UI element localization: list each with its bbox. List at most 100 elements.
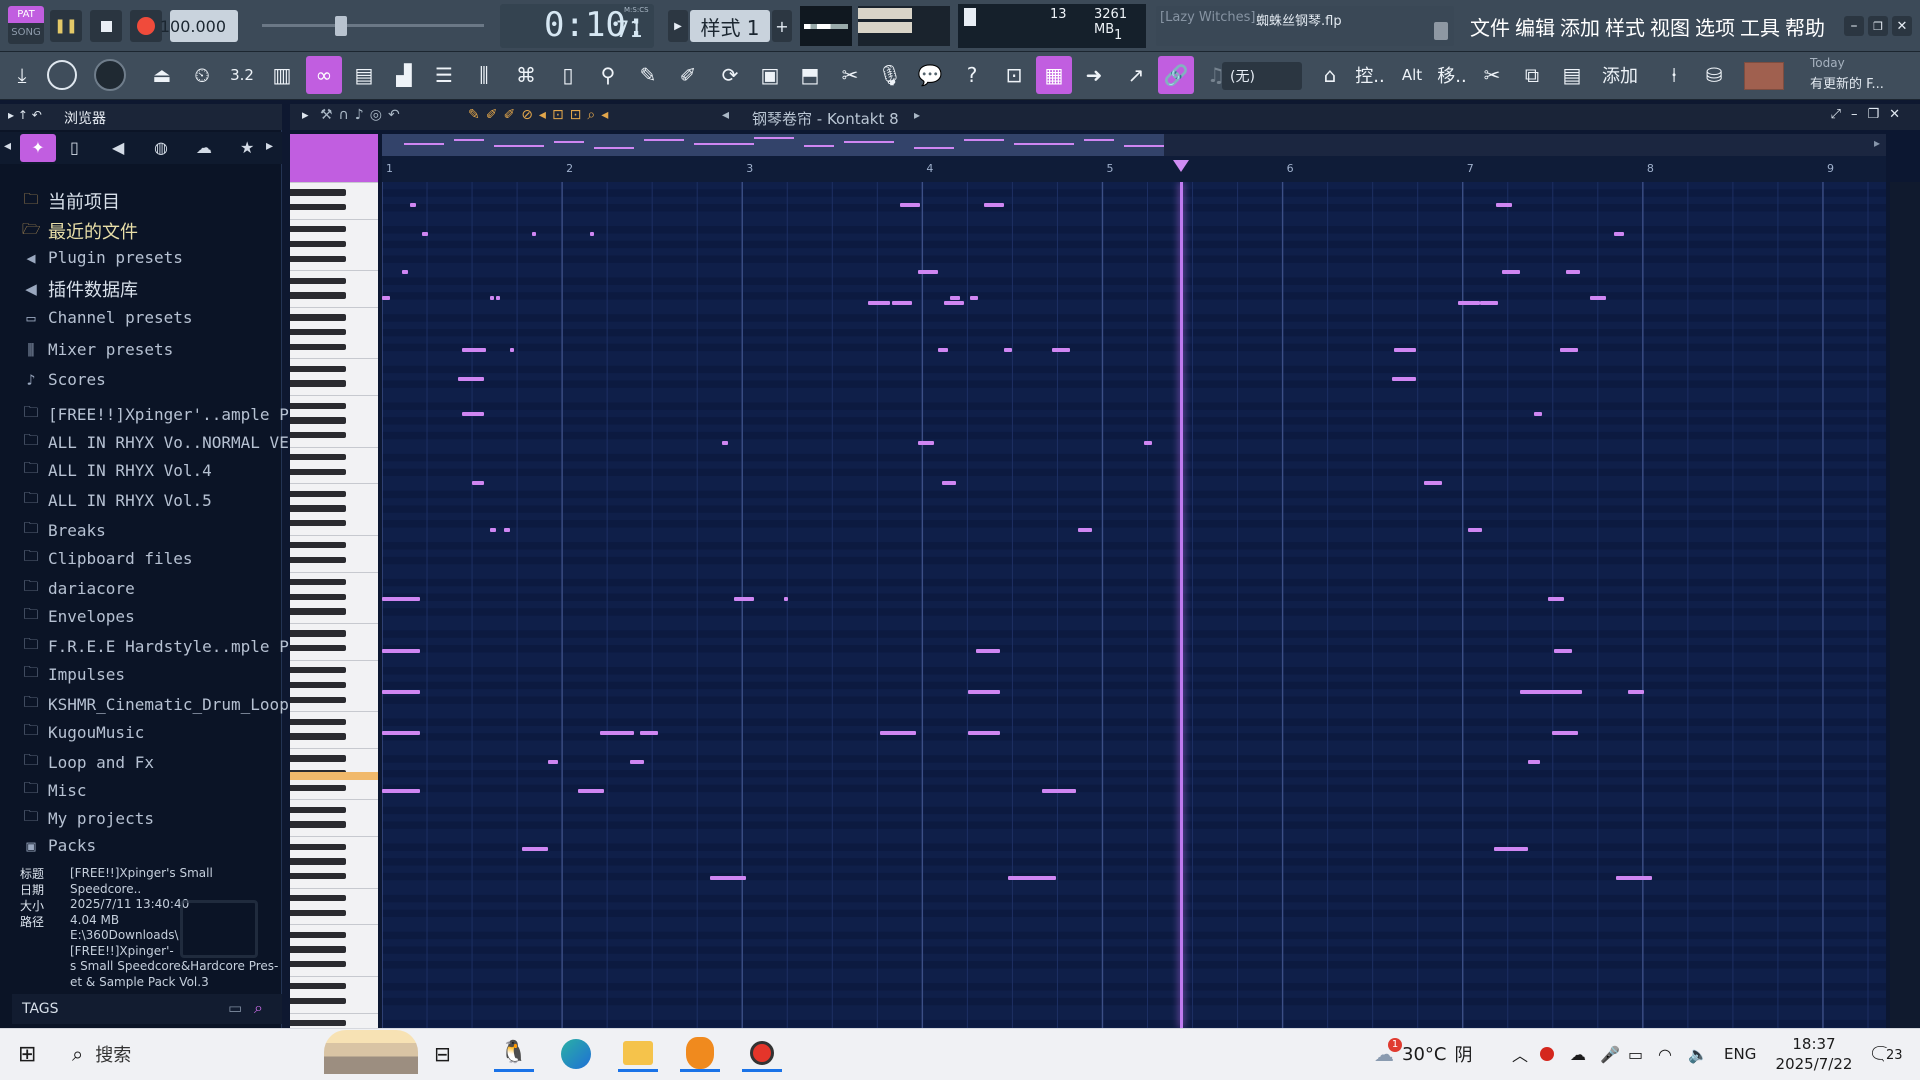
midi-note[interactable] — [490, 527, 496, 532]
midi-note[interactable] — [640, 730, 658, 735]
midi-note[interactable] — [578, 788, 604, 793]
wait-input-icon[interactable]: ⏲ — [184, 56, 220, 94]
wifi-icon[interactable]: ◠ — [1658, 1036, 1672, 1072]
minimize-button[interactable]: – — [1844, 16, 1864, 36]
browser-item[interactable]: 🗀 dariacore — [22, 576, 134, 601]
midi-note[interactable] — [1004, 347, 1012, 352]
midi-note[interactable] — [382, 295, 390, 300]
midi-note[interactable] — [1468, 527, 1482, 532]
midi-note[interactable] — [918, 269, 938, 274]
midi-note[interactable] — [892, 301, 912, 306]
midi-note[interactable] — [970, 295, 978, 300]
tags-folder-icon[interactable]: ▭ — [228, 999, 242, 1017]
black-key[interactable] — [290, 858, 346, 865]
pat-song-switch[interactable]: PAT SONG — [8, 6, 44, 44]
black-key[interactable] — [290, 806, 346, 814]
black-key[interactable] — [290, 365, 346, 373]
black-key[interactable] — [290, 431, 346, 439]
loop-record-icon[interactable]: ∞ — [306, 56, 342, 94]
midi-note[interactable] — [1614, 231, 1624, 236]
menu-item[interactable]: 选项 — [1695, 12, 1735, 41]
all-tab-icon[interactable]: ✦ — [20, 134, 56, 162]
master-pitch-slider[interactable] — [262, 24, 484, 27]
black-key[interactable] — [290, 204, 346, 211]
chat-icon[interactable]: 💬 — [912, 56, 948, 94]
midi-note[interactable] — [900, 202, 920, 207]
black-key[interactable] — [290, 946, 346, 953]
step-edit-icon[interactable]: ▥ — [264, 56, 300, 94]
browser-item[interactable]: 🗀 KSHMR_Cinematic_Drum_Loops — [22, 692, 298, 717]
menu-item[interactable]: 添加 — [1560, 12, 1600, 41]
midi-note[interactable] — [600, 730, 634, 735]
snap-knob-icon[interactable] — [44, 56, 80, 94]
alt-button[interactable]: Alt — [1394, 56, 1430, 94]
help-icon[interactable]: ? — [954, 56, 990, 94]
refresh-icon[interactable]: ⟳ — [712, 56, 748, 94]
midi-note[interactable] — [1496, 202, 1512, 207]
browser-item[interactable]: 🗀 Clipboard files — [22, 546, 192, 571]
piano-roll-edit-tools-icon[interactable]: ✎✐✐⊘◂⊡⊡⌕◂ — [468, 107, 614, 123]
vertical-scrollbar[interactable] — [1890, 182, 1920, 1028]
close-button[interactable]: ✕ — [1892, 16, 1912, 36]
news-panel[interactable]: Today 有更新的 F... — [1810, 56, 1918, 96]
piano-keys-icon[interactable]: ▦ — [1036, 56, 1072, 94]
tabs-left-icon[interactable]: ◂ — [4, 138, 11, 154]
midi-note[interactable] — [868, 301, 890, 306]
none-selector[interactable]: (无) — [1222, 62, 1302, 90]
black-key[interactable] — [290, 453, 346, 461]
midi-note[interactable] — [402, 269, 408, 274]
pause-button[interactable]: ❚❚ — [50, 10, 82, 42]
black-key[interactable] — [290, 468, 346, 475]
browser-item[interactable]: 🗀 ALL IN RHYX Vol.5 — [22, 488, 211, 513]
file-explorer-app-icon[interactable] — [618, 1036, 658, 1072]
midi-note[interactable] — [1394, 347, 1416, 352]
midi-note[interactable] — [710, 875, 746, 880]
tempo-field[interactable]: 100.000 — [160, 10, 238, 42]
midi-note[interactable] — [504, 527, 510, 532]
piano-roll-icon[interactable]: ▟ — [386, 56, 422, 94]
time-display[interactable]: 0:10: 71 M:S:CS — [500, 4, 654, 48]
tray-record-icon[interactable] — [1540, 1036, 1554, 1072]
hint-hat-toolbar-icon[interactable]: ⌂ — [1312, 56, 1348, 94]
tray-chevron-icon[interactable]: ︿ — [1512, 1036, 1528, 1072]
language-indicator[interactable]: ENG — [1724, 1036, 1756, 1072]
midi-note[interactable] — [734, 597, 754, 602]
notification-button[interactable]: 🗨 23 — [1868, 1036, 1905, 1072]
midi-note[interactable] — [1392, 376, 1416, 381]
link-icon[interactable]: 🔗 — [1158, 56, 1194, 94]
add-pattern-button[interactable]: + — [772, 10, 792, 42]
browser-item[interactable]: 🗀 ALL IN RHYX Vol.4 — [22, 458, 211, 483]
playhead[interactable] — [1179, 182, 1183, 1028]
midi-note[interactable] — [382, 730, 420, 735]
favorite-tab-icon[interactable]: ★ — [240, 138, 254, 157]
browser-collapse-icon[interactable]: ▸ ↑ ↶ — [8, 108, 42, 122]
black-key[interactable] — [290, 894, 346, 902]
black-key[interactable] — [290, 645, 346, 652]
midi-note[interactable] — [1144, 440, 1152, 445]
black-key[interactable] — [290, 314, 346, 321]
midi-note[interactable] — [1590, 295, 1606, 300]
control-button[interactable]: 控.. — [1352, 56, 1388, 94]
download-icon[interactable]: ⤓ — [4, 56, 40, 94]
restore-button[interactable]: ❐ — [1868, 16, 1888, 36]
browser-item[interactable]: 🗀 My projects — [22, 806, 153, 831]
black-key[interactable] — [290, 733, 346, 740]
black-key[interactable] — [290, 255, 346, 262]
black-key[interactable] — [290, 784, 346, 792]
menu-item[interactable]: 编辑 — [1515, 12, 1555, 41]
move-button[interactable]: 移.. — [1434, 56, 1470, 94]
midi-note[interactable] — [1566, 269, 1580, 274]
playhead-marker-icon[interactable] — [1172, 160, 1189, 172]
piano-roll-window-buttons[interactable]: ⤢–❐✕ — [1831, 107, 1910, 122]
midi-note[interactable] — [1008, 875, 1056, 880]
menu-item[interactable]: 样式 — [1605, 12, 1645, 41]
midi-note[interactable] — [590, 231, 594, 236]
black-key[interactable] — [290, 343, 346, 351]
black-key[interactable] — [290, 520, 346, 527]
black-key[interactable] — [290, 1019, 346, 1027]
black-key[interactable] — [290, 718, 346, 725]
battery-icon[interactable]: ▭ — [1628, 1036, 1643, 1072]
piano-roll-tools-icon[interactable]: ⚒∩♪◎↶ — [320, 107, 406, 123]
recorder-app-icon[interactable] — [742, 1036, 782, 1072]
tray-cloud-icon[interactable]: ☁ — [1570, 1036, 1586, 1072]
